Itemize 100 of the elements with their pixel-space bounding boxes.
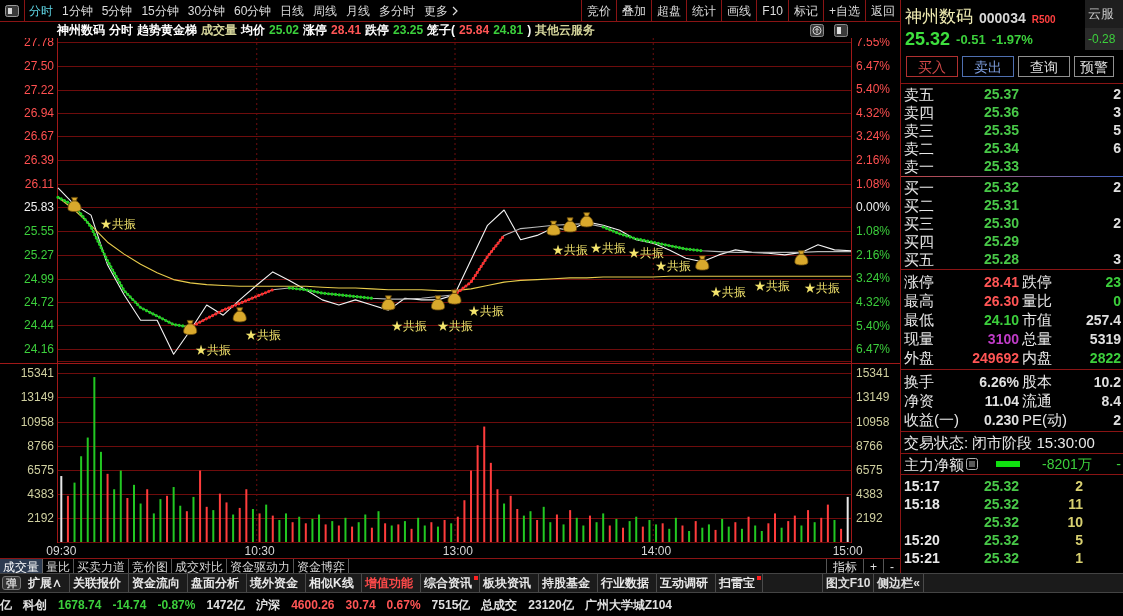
axis-label: 26.94 bbox=[23, 106, 54, 121]
axis-label: 1.08% bbox=[856, 224, 891, 239]
volume-bar bbox=[529, 511, 532, 542]
stat-value: 0 bbox=[1113, 293, 1122, 308]
trade-price: 25.32 bbox=[982, 479, 1019, 493]
volume-bar bbox=[813, 522, 816, 542]
axis-label: 24.16 bbox=[23, 342, 54, 357]
info-text: 涨停 bbox=[303, 24, 328, 36]
status-text: 总成交 bbox=[481, 598, 518, 611]
stat-label: 流通 bbox=[1021, 393, 1053, 408]
order-price: 25.37 bbox=[982, 87, 1019, 101]
toggle-button[interactable]: 弹 bbox=[2, 576, 21, 590]
period-tab[interactable]: 30分钟 bbox=[187, 4, 226, 17]
action-button[interactable]: 卖出 bbox=[962, 56, 1014, 77]
stat-value: 24.10 bbox=[982, 312, 1019, 327]
axis-label: 6.47% bbox=[856, 342, 891, 357]
axis-label: 2192 bbox=[27, 510, 54, 525]
trade-volume: 5 bbox=[1074, 533, 1083, 547]
status-text: 亿 bbox=[0, 598, 12, 611]
volume-bar bbox=[456, 516, 459, 542]
signal-label: ★共振 bbox=[195, 343, 231, 357]
toolbar-button[interactable]: 标记 bbox=[788, 0, 823, 21]
signal-label: ★共振 bbox=[437, 319, 473, 333]
volume-bar bbox=[119, 470, 122, 542]
axis-label: 7.55% bbox=[856, 38, 891, 49]
toolbar-button[interactable]: 超盘 bbox=[651, 0, 687, 21]
volume-bar bbox=[139, 503, 142, 542]
period-tab[interactable]: 15分钟 bbox=[141, 4, 179, 17]
status-text: 0.67% bbox=[386, 598, 421, 611]
time-label: 15:00 bbox=[832, 544, 863, 558]
action-button[interactable]: 预警 bbox=[1074, 56, 1114, 77]
signal-label: ★共振 bbox=[628, 246, 664, 260]
period-tab[interactable]: 60分钟 bbox=[234, 4, 272, 17]
action-button[interactable]: 买入 bbox=[906, 56, 958, 77]
stat-value: 0.230 bbox=[982, 412, 1019, 427]
signal-label: ★共振 bbox=[804, 281, 840, 295]
volume-bar bbox=[655, 524, 658, 542]
info-text: 趋势黄金梯 bbox=[137, 24, 197, 36]
price-change: -0.51 bbox=[956, 32, 986, 46]
stat-label: PE(动) bbox=[1021, 412, 1068, 427]
stat-value: 6.26% bbox=[978, 374, 1019, 389]
toolbar-button[interactable]: 画线 bbox=[721, 0, 757, 21]
period-tab[interactable]: 周线 bbox=[313, 4, 338, 17]
toolbar-button[interactable]: 返回 bbox=[865, 0, 900, 21]
side-tab[interactable]: 云服 bbox=[1085, 0, 1123, 28]
axis-label: 6.47% bbox=[856, 58, 891, 73]
more-button[interactable]: 更多 bbox=[424, 4, 459, 17]
period-tab[interactable]: 1分钟 bbox=[62, 4, 93, 17]
status-text: 1678.74 bbox=[58, 598, 102, 611]
list-icon[interactable] bbox=[966, 458, 978, 470]
period-tab[interactable]: 5分钟 bbox=[101, 4, 133, 17]
panel-toggle-icon[interactable] bbox=[5, 4, 19, 17]
period-tab[interactable]: 多分时 bbox=[379, 4, 416, 17]
flow-extra: - bbox=[1116, 457, 1122, 471]
volume-bar bbox=[146, 489, 149, 542]
side-change: -0.28 bbox=[1085, 28, 1123, 50]
volume-bar bbox=[734, 522, 737, 542]
volume-bar bbox=[807, 510, 810, 542]
toolbar-button[interactable]: F10 bbox=[756, 0, 788, 21]
toolbar-button[interactable]: +自选 bbox=[823, 0, 865, 21]
order-volume: 6 bbox=[1113, 141, 1122, 155]
axis-label: 2.16% bbox=[856, 153, 891, 168]
stock-code: 000034 bbox=[979, 11, 1026, 25]
volume-bar bbox=[522, 515, 525, 542]
trade-volume: 11 bbox=[1067, 497, 1083, 511]
axis-label: 10958 bbox=[20, 414, 54, 429]
volume-bar bbox=[159, 499, 162, 542]
volume-bar bbox=[588, 515, 591, 542]
panel-toggle-icon[interactable] bbox=[834, 23, 848, 37]
trade-volume: 2 bbox=[1074, 479, 1083, 493]
axis-label: 13149 bbox=[20, 390, 54, 405]
period-tab[interactable]: 日线 bbox=[280, 4, 305, 17]
arrow-up-circle-icon[interactable] bbox=[810, 23, 824, 37]
volume-bar bbox=[218, 493, 221, 542]
trade-time: 15:17 bbox=[903, 479, 941, 493]
money-bag-icon bbox=[431, 295, 445, 311]
toolbar-button[interactable]: 统计 bbox=[686, 0, 722, 21]
action-button[interactable]: 查询 bbox=[1018, 56, 1070, 77]
toolbar-button[interactable]: 叠加 bbox=[616, 0, 652, 21]
axis-label: 2.16% bbox=[856, 247, 891, 262]
period-tab[interactable]: 分时 bbox=[29, 4, 53, 17]
volume-bar bbox=[60, 476, 63, 542]
stat-value: 23 bbox=[1105, 274, 1122, 289]
stat-label: 量比 bbox=[1021, 293, 1053, 308]
volume-bar bbox=[364, 514, 367, 542]
axis-label: 10958 bbox=[856, 414, 890, 429]
volume-bar bbox=[800, 525, 803, 542]
money-bag-icon bbox=[183, 320, 198, 335]
volume-bar bbox=[205, 506, 208, 542]
trade-price: 25.32 bbox=[982, 551, 1019, 565]
chevron-right-icon bbox=[452, 5, 459, 16]
order-price: 25.33 bbox=[982, 159, 1019, 173]
trade-volume: 1 bbox=[1074, 551, 1083, 565]
axis-label: 24.99 bbox=[23, 271, 54, 286]
stat-value: 5319 bbox=[1089, 331, 1122, 346]
trade-time: 15:21 bbox=[903, 551, 941, 565]
period-tab[interactable]: 月线 bbox=[346, 4, 371, 17]
toolbar-button[interactable]: 竞价 bbox=[581, 0, 617, 21]
axis-label: 25.27 bbox=[23, 247, 54, 262]
axis-label: 27.22 bbox=[23, 82, 54, 97]
